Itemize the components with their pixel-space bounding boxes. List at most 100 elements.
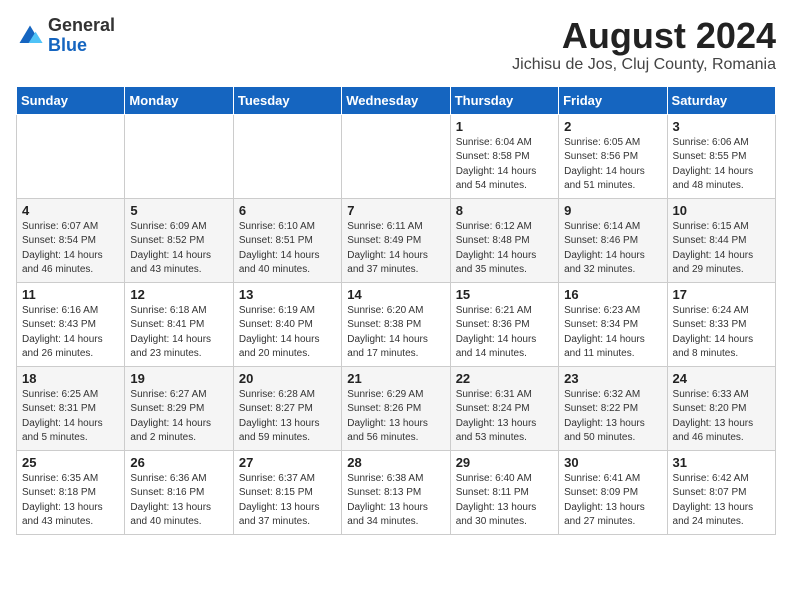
day-info: Sunrise: 6:32 AM Sunset: 8:22 PM Dayligh… [564, 388, 661, 446]
day-number: 2 [564, 119, 661, 134]
weekday-header-thursday: Thursday [450, 86, 558, 114]
day-number: 16 [564, 287, 661, 302]
weekday-header-tuesday: Tuesday [233, 86, 341, 114]
day-info: Sunrise: 6:36 AM Sunset: 8:16 PM Dayligh… [130, 472, 227, 530]
day-info: Sunrise: 6:40 AM Sunset: 8:11 PM Dayligh… [456, 472, 553, 530]
calendar-cell: 18 Sunrise: 6:25 AM Sunset: 8:31 PM Dayli… [17, 366, 125, 450]
day-number: 8 [456, 203, 553, 218]
day-info: Sunrise: 6:31 AM Sunset: 8:24 PM Dayligh… [456, 388, 553, 446]
weekday-header-monday: Monday [125, 86, 233, 114]
header: General Blue August 2024 Jichisu de Jos,… [16, 16, 776, 74]
weekday-header-sunday: Sunday [17, 86, 125, 114]
day-info: Sunrise: 6:21 AM Sunset: 8:36 PM Dayligh… [456, 304, 553, 362]
day-number: 28 [347, 455, 444, 470]
calendar-cell: 13 Sunrise: 6:19 AM Sunset: 8:40 PM Dayli… [233, 282, 341, 366]
calendar-cell: 1 Sunrise: 6:04 AM Sunset: 8:58 PM Daylig… [450, 114, 558, 198]
logo: General Blue [16, 16, 115, 56]
calendar-cell: 12 Sunrise: 6:18 AM Sunset: 8:41 PM Dayli… [125, 282, 233, 366]
calendar-cell: 5 Sunrise: 6:09 AM Sunset: 8:52 PM Daylig… [125, 198, 233, 282]
day-number: 15 [456, 287, 553, 302]
logo-blue-text: Blue [48, 36, 115, 56]
calendar-cell: 26 Sunrise: 6:36 AM Sunset: 8:16 PM Dayli… [125, 450, 233, 534]
day-number: 5 [130, 203, 227, 218]
calendar-cell: 6 Sunrise: 6:10 AM Sunset: 8:51 PM Daylig… [233, 198, 341, 282]
day-info: Sunrise: 6:09 AM Sunset: 8:52 PM Dayligh… [130, 220, 227, 278]
day-info: Sunrise: 6:04 AM Sunset: 8:58 PM Dayligh… [456, 136, 553, 194]
logo-icon [16, 22, 44, 50]
calendar-cell [233, 114, 341, 198]
calendar-cell: 25Sunrise: 6:35 AM Sunset: 8:18 PM Dayli… [17, 450, 125, 534]
calendar-cell: 28 Sunrise: 6:38 AM Sunset: 8:13 PM Dayli… [342, 450, 450, 534]
day-number: 3 [673, 119, 770, 134]
day-info: Sunrise: 6:35 AM Sunset: 8:18 PM Dayligh… [22, 472, 119, 530]
day-info: Sunrise: 6:15 AM Sunset: 8:44 PM Dayligh… [673, 220, 770, 278]
day-info: Sunrise: 6:06 AM Sunset: 8:55 PM Dayligh… [673, 136, 770, 194]
day-info: Sunrise: 6:24 AM Sunset: 8:33 PM Dayligh… [673, 304, 770, 362]
calendar-cell: 31 Sunrise: 6:42 AM Sunset: 8:07 PM Dayli… [667, 450, 775, 534]
calendar-cell: 16 Sunrise: 6:23 AM Sunset: 8:34 PM Dayli… [559, 282, 667, 366]
day-number: 23 [564, 371, 661, 386]
day-info: Sunrise: 6:20 AM Sunset: 8:38 PM Dayligh… [347, 304, 444, 362]
logo-general-text: General [48, 16, 115, 36]
calendar-cell: 17 Sunrise: 6:24 AM Sunset: 8:33 PM Dayli… [667, 282, 775, 366]
title-area: August 2024 Jichisu de Jos, Cluj County,… [512, 16, 776, 74]
day-info: Sunrise: 6:19 AM Sunset: 8:40 PM Dayligh… [239, 304, 336, 362]
day-info: Sunrise: 6:14 AM Sunset: 8:46 PM Dayligh… [564, 220, 661, 278]
day-number: 10 [673, 203, 770, 218]
week-row-1: 1 Sunrise: 6:04 AM Sunset: 8:58 PM Daylig… [17, 114, 776, 198]
day-info: Sunrise: 6:25 AM Sunset: 8:31 PM Dayligh… [22, 388, 119, 446]
day-number: 12 [130, 287, 227, 302]
day-number: 31 [673, 455, 770, 470]
day-info: Sunrise: 6:12 AM Sunset: 8:48 PM Dayligh… [456, 220, 553, 278]
day-number: 30 [564, 455, 661, 470]
day-number: 14 [347, 287, 444, 302]
calendar-cell: 11 Sunrise: 6:16 AM Sunset: 8:43 PM Dayli… [17, 282, 125, 366]
week-row-5: 25Sunrise: 6:35 AM Sunset: 8:18 PM Dayli… [17, 450, 776, 534]
weekday-header-wednesday: Wednesday [342, 86, 450, 114]
day-info: Sunrise: 6:27 AM Sunset: 8:29 PM Dayligh… [130, 388, 227, 446]
calendar-cell [125, 114, 233, 198]
calendar-cell: 10 Sunrise: 6:15 AM Sunset: 8:44 PM Dayli… [667, 198, 775, 282]
calendar-cell: 30 Sunrise: 6:41 AM Sunset: 8:09 PM Dayli… [559, 450, 667, 534]
calendar-cell: 14 Sunrise: 6:20 AM Sunset: 8:38 PM Dayli… [342, 282, 450, 366]
week-row-3: 11 Sunrise: 6:16 AM Sunset: 8:43 PM Dayli… [17, 282, 776, 366]
day-number: 20 [239, 371, 336, 386]
day-info: Sunrise: 6:41 AM Sunset: 8:09 PM Dayligh… [564, 472, 661, 530]
day-number: 18 [22, 371, 119, 386]
week-row-4: 18 Sunrise: 6:25 AM Sunset: 8:31 PM Dayli… [17, 366, 776, 450]
day-number: 22 [456, 371, 553, 386]
calendar-cell: 9 Sunrise: 6:14 AM Sunset: 8:46 PM Daylig… [559, 198, 667, 282]
calendar-cell: 2 Sunrise: 6:05 AM Sunset: 8:56 PM Daylig… [559, 114, 667, 198]
day-number: 4 [22, 203, 119, 218]
day-number: 29 [456, 455, 553, 470]
calendar-cell: 19Sunrise: 6:27 AM Sunset: 8:29 PM Dayli… [125, 366, 233, 450]
day-number: 6 [239, 203, 336, 218]
weekday-header-row: SundayMondayTuesdayWednesdayThursdayFrid… [17, 86, 776, 114]
day-number: 24 [673, 371, 770, 386]
day-number: 11 [22, 287, 119, 302]
day-number: 1 [456, 119, 553, 134]
day-info: Sunrise: 6:07 AM Sunset: 8:54 PM Dayligh… [22, 220, 119, 278]
day-info: Sunrise: 6:18 AM Sunset: 8:41 PM Dayligh… [130, 304, 227, 362]
day-number: 9 [564, 203, 661, 218]
month-title: August 2024 [512, 16, 776, 56]
day-number: 13 [239, 287, 336, 302]
calendar-cell: 23 Sunrise: 6:32 AM Sunset: 8:22 PM Dayli… [559, 366, 667, 450]
logo-text: General Blue [48, 16, 115, 56]
calendar-cell: 24Sunrise: 6:33 AM Sunset: 8:20 PM Dayli… [667, 366, 775, 450]
day-info: Sunrise: 6:38 AM Sunset: 8:13 PM Dayligh… [347, 472, 444, 530]
calendar-cell: 15 Sunrise: 6:21 AM Sunset: 8:36 PM Dayli… [450, 282, 558, 366]
calendar-table: SundayMondayTuesdayWednesdayThursdayFrid… [16, 86, 776, 535]
day-info: Sunrise: 6:23 AM Sunset: 8:34 PM Dayligh… [564, 304, 661, 362]
day-info: Sunrise: 6:16 AM Sunset: 8:43 PM Dayligh… [22, 304, 119, 362]
calendar-cell: 8 Sunrise: 6:12 AM Sunset: 8:48 PM Daylig… [450, 198, 558, 282]
calendar-cell [17, 114, 125, 198]
day-number: 17 [673, 287, 770, 302]
day-info: Sunrise: 6:29 AM Sunset: 8:26 PM Dayligh… [347, 388, 444, 446]
day-info: Sunrise: 6:10 AM Sunset: 8:51 PM Dayligh… [239, 220, 336, 278]
weekday-header-saturday: Saturday [667, 86, 775, 114]
day-info: Sunrise: 6:42 AM Sunset: 8:07 PM Dayligh… [673, 472, 770, 530]
day-number: 26 [130, 455, 227, 470]
week-row-2: 4 Sunrise: 6:07 AM Sunset: 8:54 PM Daylig… [17, 198, 776, 282]
day-info: Sunrise: 6:05 AM Sunset: 8:56 PM Dayligh… [564, 136, 661, 194]
